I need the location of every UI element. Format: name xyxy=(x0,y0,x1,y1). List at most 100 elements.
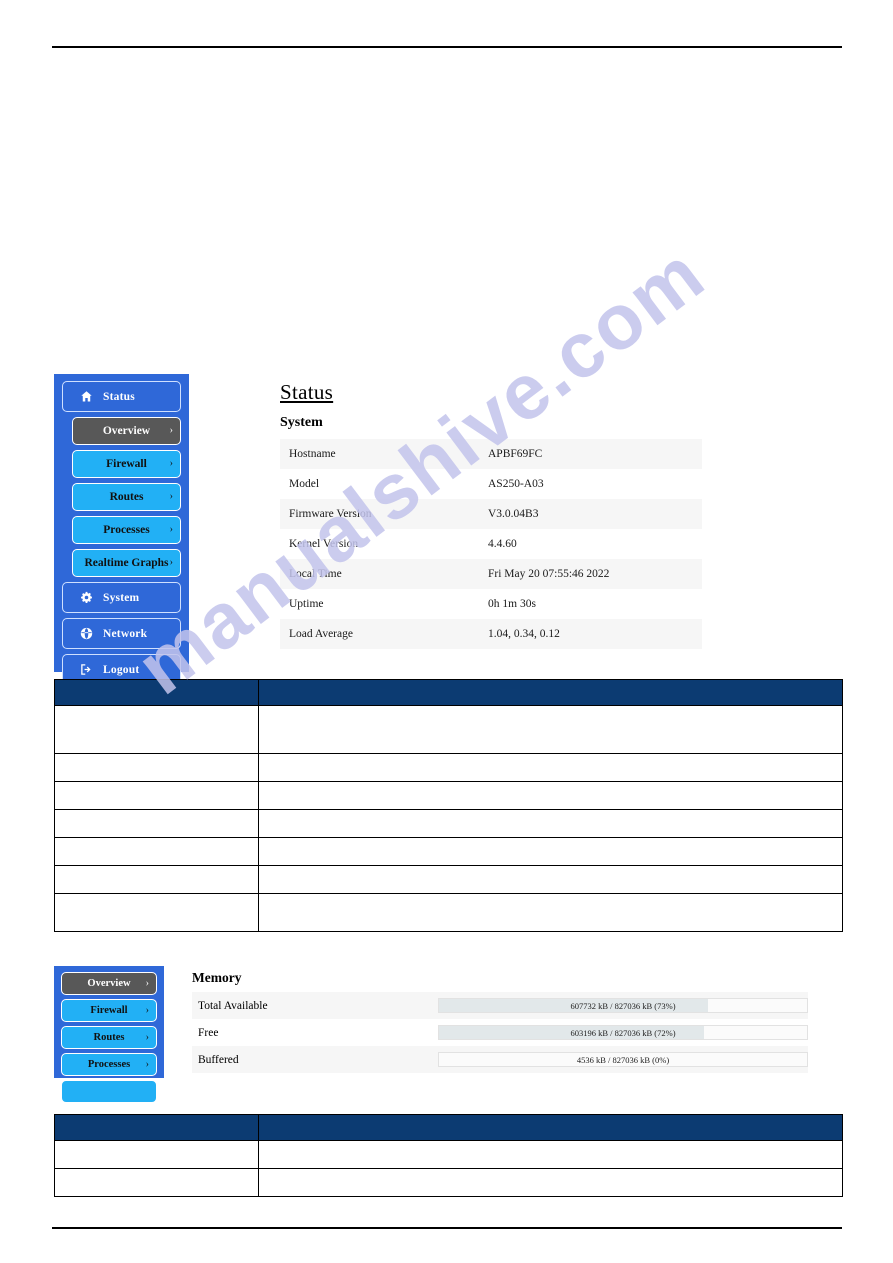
chevron-right-icon: › xyxy=(169,524,173,535)
table-cell xyxy=(258,809,843,838)
sidebar-item-overview[interactable]: Overview › xyxy=(72,417,181,445)
chevron-right-icon: › xyxy=(145,1031,149,1043)
sidebar-item-firewall[interactable]: Firewall › xyxy=(61,999,157,1022)
table-row xyxy=(54,1140,843,1169)
row-key: Uptime xyxy=(289,598,324,610)
sidebar-item-label: Processes xyxy=(103,524,150,536)
table-cell xyxy=(54,837,259,866)
row-key: Free xyxy=(198,1026,219,1039)
progress-bar-label: 607732 kB / 827036 kB (73%) xyxy=(570,1000,676,1011)
sidebar-item-routes[interactable]: Routes › xyxy=(61,1026,157,1049)
sidebar-item-label: Firewall xyxy=(106,458,147,470)
row-key: Hostname xyxy=(280,439,479,469)
row-value: Fri May 20 07:55:46 2022 xyxy=(479,559,702,589)
table-row: Firmware Version V3.0.04B3 xyxy=(280,499,702,529)
page-footer-rule xyxy=(52,1227,842,1229)
table-row xyxy=(54,893,843,932)
column-header xyxy=(54,679,259,706)
row-key: Firmware Version xyxy=(280,499,479,529)
sidebar-item-label: Processes xyxy=(87,1059,131,1070)
table-cell xyxy=(54,1140,259,1169)
chevron-right-icon: › xyxy=(145,977,149,989)
table-header-row xyxy=(54,679,843,706)
table-row xyxy=(54,1168,843,1197)
status-screenshot: Status Overview › Firewall › Routes › Pr… xyxy=(54,374,730,685)
sidebar-item-label: System xyxy=(103,591,140,604)
chevron-right-icon: › xyxy=(145,1058,149,1070)
row-key: Model xyxy=(289,478,320,490)
table-row: Load Average 1.04, 0.34, 0.12 xyxy=(280,619,702,649)
sidebar-item-label: Realtime Graphs xyxy=(84,557,169,569)
column-header xyxy=(258,1114,843,1141)
table-cell xyxy=(54,1168,259,1197)
table-cell xyxy=(54,893,259,932)
table-row: Uptime 0h 1m 30s xyxy=(280,589,702,619)
sidebar-item-label: Firewall xyxy=(90,1005,128,1016)
row-value: 603196 kB / 827036 kB (72%) xyxy=(432,1019,808,1046)
chevron-right-icon: › xyxy=(169,491,173,502)
sidebar-item-label: Status xyxy=(103,390,135,403)
sidebar-item-overview[interactable]: Overview › xyxy=(61,972,157,995)
table-row: Kernel Version 4.4.60 xyxy=(280,529,702,559)
table-cell xyxy=(258,781,843,810)
table-cell xyxy=(54,781,259,810)
table-row xyxy=(54,705,843,754)
table-row xyxy=(54,753,843,782)
table-cell xyxy=(258,1168,843,1197)
row-value: 4.4.60 xyxy=(488,538,517,550)
table-cell xyxy=(258,893,843,932)
sidebar-item-truncated[interactable] xyxy=(61,1080,157,1103)
table-cell xyxy=(258,1140,843,1169)
sidebar-item-processes[interactable]: Processes › xyxy=(72,516,181,544)
description-table-one xyxy=(54,679,843,932)
gear-icon xyxy=(75,591,97,604)
sidebar-item-label: Network xyxy=(103,627,148,640)
table-cell xyxy=(258,837,843,866)
sidebar-item-label: Routes xyxy=(109,491,144,503)
table-cell xyxy=(54,809,259,838)
table-row: Total Available 607732 kB / 827036 kB (7… xyxy=(192,992,808,1019)
row-value: 4536 kB / 827036 kB (0%) xyxy=(432,1046,808,1073)
row-key: Load Average xyxy=(280,619,479,649)
sidebar-item-label: Logout xyxy=(103,663,140,676)
sidebar-item-label: Overview xyxy=(87,978,131,989)
sidebar-secondary: Overview › Firewall › Routes › Processes… xyxy=(54,966,164,1103)
progress-bar-label: 4536 kB / 827036 kB (0%) xyxy=(576,1054,670,1065)
memory-content: Memory Total Available 607732 kB / 82703… xyxy=(192,966,808,1073)
progress-bar: 603196 kB / 827036 kB (72%) xyxy=(438,1025,808,1040)
table-row xyxy=(54,837,843,866)
row-value: 0h 1m 30s xyxy=(488,598,536,610)
table-row: Local Time Fri May 20 07:55:46 2022 xyxy=(280,559,702,589)
sidebar-item-network[interactable]: Network xyxy=(62,618,181,649)
description-table-two xyxy=(54,1114,843,1197)
sidebar-item-system[interactable]: System xyxy=(62,582,181,613)
row-value: 1.04, 0.34, 0.12 xyxy=(479,619,702,649)
row-key: Total Available xyxy=(192,992,432,1019)
progress-bar-label: 603196 kB / 827036 kB (72%) xyxy=(570,1027,676,1038)
memory-screenshot: Overview › Firewall › Routes › Processes… xyxy=(54,966,808,1103)
sidebar-item-label: Overview xyxy=(102,425,151,437)
globe-icon xyxy=(75,627,97,640)
table-cell xyxy=(54,705,259,754)
table-header-row xyxy=(54,1114,843,1141)
sidebar-item-routes[interactable]: Routes › xyxy=(72,483,181,511)
progress-bar: 607732 kB / 827036 kB (73%) xyxy=(438,998,808,1013)
table-row: Model AS250-A03 xyxy=(280,469,702,499)
chevron-right-icon: › xyxy=(145,1004,149,1016)
progress-bar: 4536 kB / 827036 kB (0%) xyxy=(438,1052,808,1067)
table-row: Free 603196 kB / 827036 kB (72%) xyxy=(192,1019,808,1046)
table-row: Hostname APBF69FC xyxy=(280,439,702,469)
sidebar-item-processes[interactable]: Processes › xyxy=(61,1053,157,1076)
sidebar-item-realtime-graphs[interactable]: Realtime Graphs › xyxy=(72,549,181,577)
sidebar-primary: Status Overview › Firewall › Routes › Pr… xyxy=(54,374,189,685)
sidebar-item-label: Routes xyxy=(93,1032,125,1043)
page-header-rule xyxy=(52,46,842,48)
row-value: APBF69FC xyxy=(479,439,702,469)
page-title: Status xyxy=(280,380,334,404)
column-header xyxy=(258,679,843,706)
chevron-right-icon: › xyxy=(169,557,173,568)
sidebar-item-firewall[interactable]: Firewall › xyxy=(72,450,181,478)
sidebar-item-status[interactable]: Status xyxy=(62,381,181,412)
row-value: 607732 kB / 827036 kB (73%) xyxy=(432,992,808,1019)
row-key: Local Time xyxy=(280,559,479,589)
